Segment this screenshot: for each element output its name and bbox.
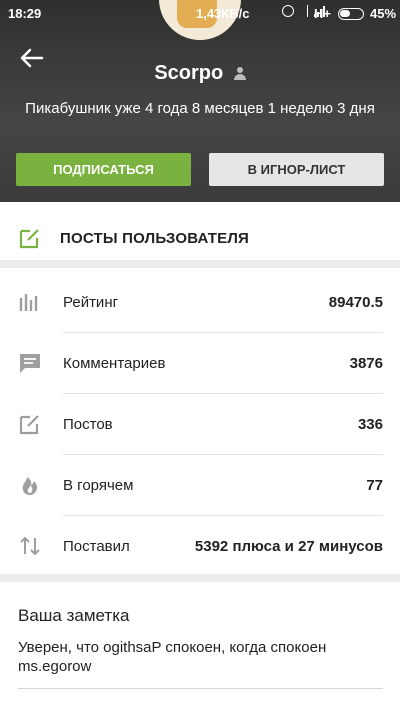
username-row: Scorpo [0, 62, 400, 85]
stat-value: 77 [366, 477, 383, 494]
stat-name: Рейтинг [63, 294, 119, 311]
user-posts-label: ПОСТЫ ПОЛЬЗОВАТЕЛЯ [60, 230, 250, 247]
stat-name: В горячем [63, 477, 134, 494]
stat-votes: Поставил 5392 плюса и 27 минусов [0, 516, 400, 577]
ignore-list-button[interactable]: В ИГНОР-ЛИСТ [209, 153, 384, 186]
status-time: 18:29 [8, 6, 42, 21]
user-note[interactable]: Ваша заметка Уверен, что ogithsaP спокое… [0, 582, 400, 711]
edit-icon [19, 229, 39, 249]
stat-value: 336 [357, 416, 383, 433]
status-speed: 1,43КБ/с [196, 6, 250, 21]
flame-icon [22, 477, 38, 495]
edit-icon [19, 415, 39, 435]
stat-name: Поставил [63, 538, 130, 555]
profile-header: 18:29 1,43КБ/с H+ 45% Scorpo Пикабушник … [0, 0, 400, 202]
username: Scorpo [154, 62, 224, 84]
stat-value: 89470.5 [328, 294, 383, 311]
battery-icon [338, 8, 364, 20]
stat-value: 5392 плюса и 27 минусов [194, 538, 383, 555]
bluetooth-icon [300, 5, 308, 17]
stats-list: Рейтинг 89470.5 Комментариев 3876 Постов… [0, 272, 400, 577]
user-posts-link[interactable]: ПОСТЫ ПОЛЬЗОВАТЕЛЯ [0, 208, 400, 268]
up-down-arrows-icon [20, 536, 40, 556]
note-title: Ваша заметка [18, 606, 130, 625]
note-text[interactable]: Уверен, что ogithsaP спокоен, когда спок… [18, 638, 383, 676]
stat-comments: Комментариев 3876 [0, 333, 400, 394]
stat-value: 3876 [349, 355, 383, 372]
stat-hot: В горячем 77 [0, 455, 400, 516]
user-icon [233, 67, 246, 80]
status-battery: 45% [370, 6, 397, 21]
member-since: Пикабушник уже 4 года 8 месяцев 1 неделю… [25, 100, 375, 117]
note-underline [18, 688, 383, 689]
status-bar: 18:29 1,43КБ/с H+ 45% [0, 0, 400, 28]
comment-icon [20, 354, 40, 373]
stat-posts: Постов 336 [0, 394, 400, 455]
status-network: H+ [314, 6, 331, 21]
stat-name: Комментариев [63, 355, 166, 372]
section-separator [0, 574, 400, 582]
rating-bars-icon [19, 294, 38, 311]
subscribe-button[interactable]: ПОДПИСАТЬСЯ [16, 153, 191, 186]
stat-rating: Рейтинг 89470.5 [0, 272, 400, 333]
alarm-icon [282, 5, 294, 17]
stat-name: Постов [63, 416, 113, 433]
